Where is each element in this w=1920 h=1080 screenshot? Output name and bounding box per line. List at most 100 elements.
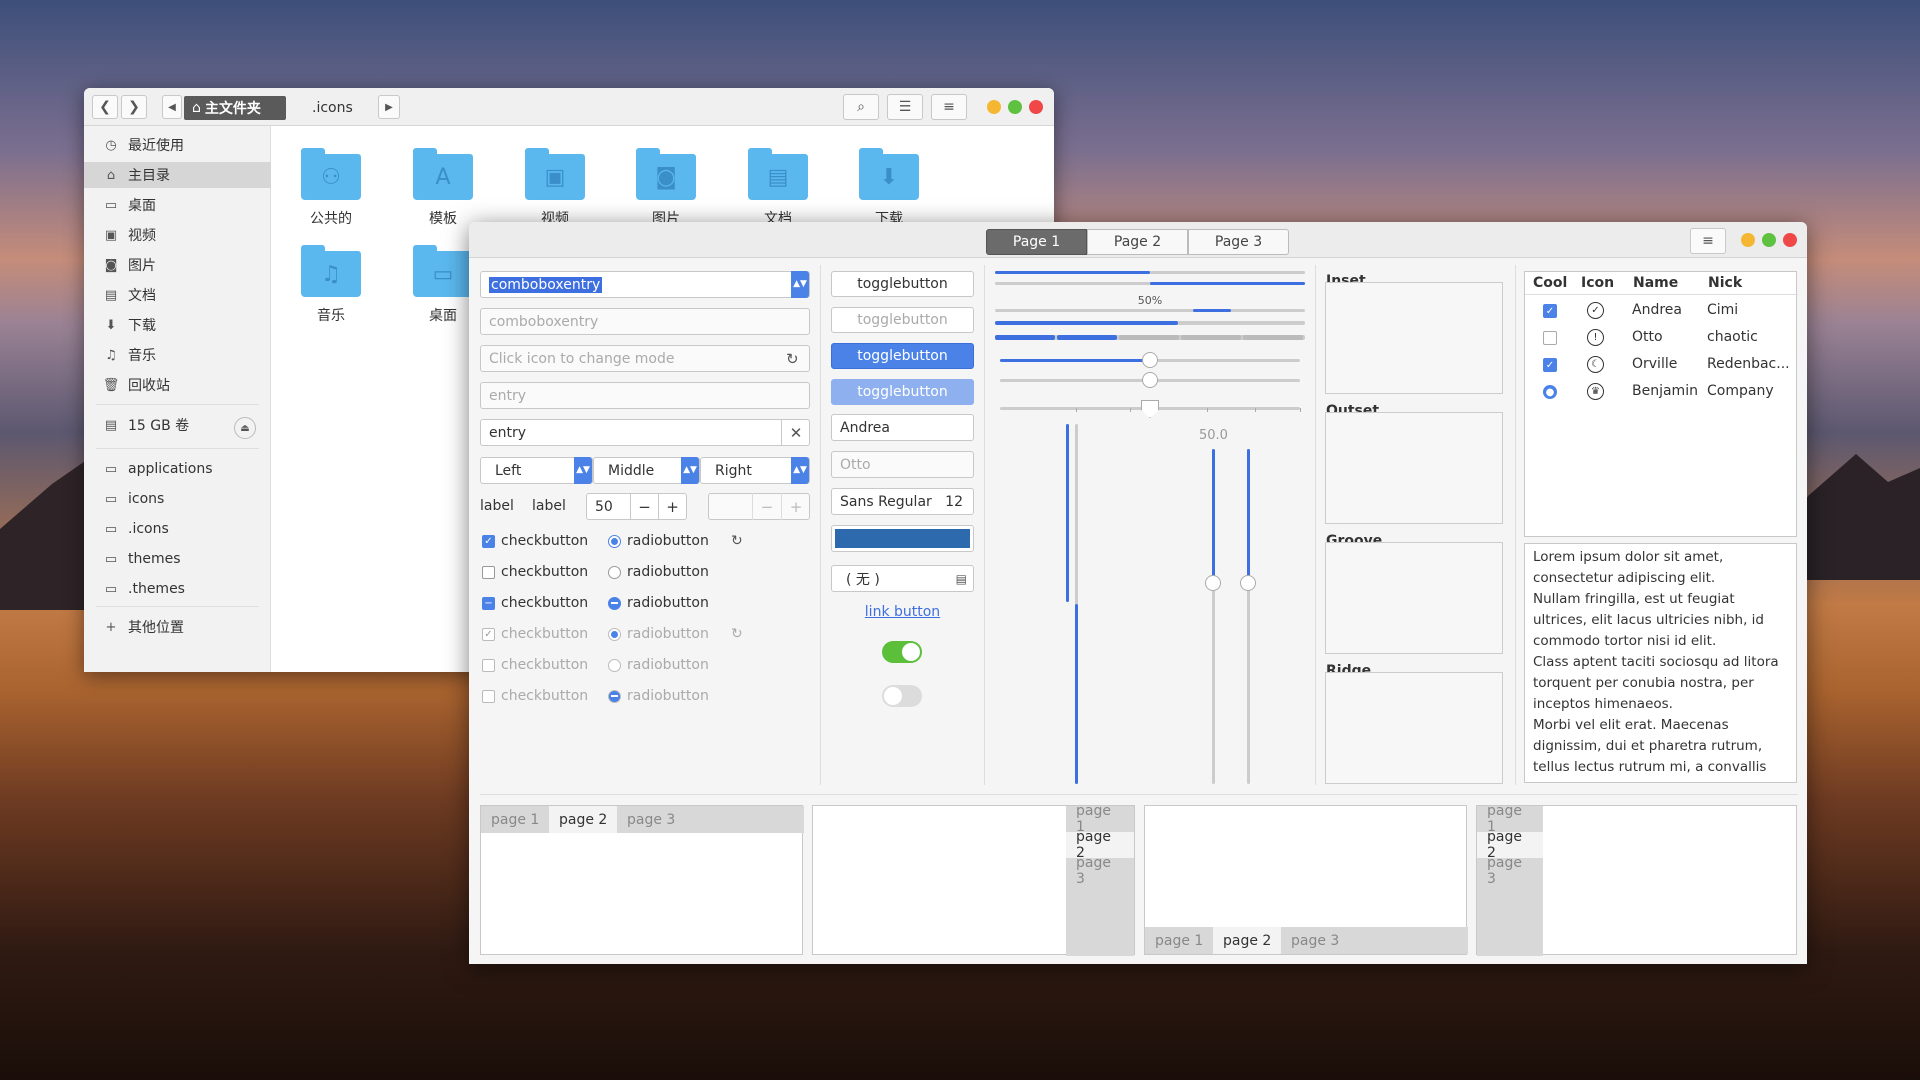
sidebar-bookmark-2[interactable]: ▭ .icons (84, 516, 271, 542)
path-right-arrow-icon[interactable]: ▶ (378, 95, 400, 119)
clear-icon[interactable]: ✕ (781, 419, 810, 446)
checkbutton-3[interactable]: ✓ checkbutton (482, 626, 588, 642)
crumb-home[interactable]: ⌂ 主文件夹 (184, 96, 286, 120)
checkbutton-4[interactable]: checkbutton (482, 657, 588, 673)
vscale-3[interactable] (1212, 449, 1215, 784)
combo-andrea[interactable]: Andrea (831, 414, 974, 441)
folder-item[interactable]: ⬇ 下载 (849, 148, 929, 228)
sidebar-bookmark-0[interactable]: ▭ applications (84, 456, 271, 482)
slider-knob[interactable] (1205, 575, 1221, 591)
minus-icon[interactable]: − (630, 493, 658, 520)
notebook-tab[interactable]: page 3 (1066, 855, 1134, 887)
notebook-tab[interactable]: page 3 (1281, 927, 1350, 954)
togglebutton-3[interactable]: togglebutton (831, 379, 974, 405)
column-header-cool[interactable]: Cool (1533, 275, 1567, 291)
combo-arrows-icon[interactable]: ▲▼ (791, 271, 809, 298)
vscale-4[interactable] (1247, 449, 1250, 784)
radiobutton-5[interactable]: radiobutton (608, 688, 709, 704)
refresh-icon[interactable]: ↻ (786, 350, 799, 368)
sidebar-item-8[interactable]: 🗑 回收站 (84, 372, 271, 398)
wf-close-button[interactable] (1783, 233, 1797, 247)
font-button[interactable]: Sans Regular 12 (831, 488, 974, 515)
wf-menu-button[interactable]: ≡ (1690, 228, 1726, 254)
vscale-left[interactable] (1066, 424, 1069, 602)
checkbutton-2[interactable]: − checkbutton (482, 595, 588, 611)
combo-entry-1[interactable]: comboboxentry ▲▼ (480, 271, 810, 298)
maximize-button[interactable] (1008, 100, 1022, 114)
combo-middle[interactable]: Middle ▲▼ (593, 457, 700, 484)
crumb-icons[interactable]: .icons (304, 96, 374, 120)
row-cool-toggle[interactable]: ● (1543, 385, 1557, 399)
tab-page-1[interactable]: Page 1 (986, 229, 1087, 255)
switch-on[interactable] (882, 641, 922, 663)
slider-knob[interactable] (1142, 352, 1158, 368)
combo-arrows-icon[interactable]: ▲▼ (681, 457, 699, 484)
checkbutton-1[interactable]: checkbutton (482, 564, 588, 580)
column-header-nick[interactable]: Nick (1708, 275, 1742, 291)
sidebar-item-5[interactable]: ▤ 文档 (84, 282, 271, 308)
sidebar-item-4[interactable]: ◙ 图片 (84, 252, 271, 278)
checkbutton-5[interactable]: checkbutton (482, 688, 588, 704)
entry-placeholder[interactable]: entry (480, 382, 810, 409)
combo-entry-2[interactable]: comboboxentry (480, 308, 810, 335)
combo-arrows-icon[interactable]: ▲▼ (574, 457, 592, 484)
file-chooser-button[interactable]: ( 无 ) ▤ (831, 565, 974, 592)
sidebar-item-0[interactable]: ◷ 最近使用 (84, 132, 271, 158)
plus-icon[interactable]: + (658, 493, 686, 520)
minimize-button[interactable] (987, 100, 1001, 114)
column-header-name[interactable]: Name (1633, 275, 1678, 291)
sidebar-item-2[interactable]: ▭ 桌面 (84, 192, 271, 218)
radiobutton-1[interactable]: radiobutton (608, 564, 709, 580)
sidebar-bookmark-4[interactable]: ▭ .themes (84, 576, 271, 602)
folder-item[interactable]: ▣ 视频 (515, 148, 595, 228)
sidebar-bookmark-3[interactable]: ▭ themes (84, 546, 271, 572)
togglebutton-0[interactable]: togglebutton (831, 271, 974, 297)
folder-item[interactable]: ▤ 文档 (738, 148, 818, 228)
entry-icon-mode[interactable]: Click icon to change mode (480, 345, 810, 372)
view-list-button[interactable]: ☰ (887, 94, 923, 120)
switch-off[interactable] (882, 685, 922, 707)
folder-item[interactable]: ◙ 图片 (626, 148, 706, 228)
combo-otto[interactable]: Otto (831, 451, 974, 478)
folder-item[interactable]: A 模板 (403, 148, 483, 228)
treeview[interactable]: Cool Icon Name Nick ✓ ✓ Andrea Cimi! Otto chaotic… (1524, 271, 1798, 537)
close-button[interactable] (1029, 100, 1043, 114)
notebook-tab[interactable]: page 2 (549, 806, 618, 833)
row-cool-toggle[interactable] (1543, 331, 1557, 345)
notebook-tab[interactable]: page 3 (617, 806, 686, 833)
menu-button[interactable]: ≡ (931, 94, 967, 120)
entry-clearable[interactable]: entry (480, 419, 810, 446)
slider-knob[interactable] (1142, 372, 1158, 388)
radiobutton-3[interactable]: radiobutton (608, 626, 709, 642)
radiobutton-4[interactable]: radiobutton (608, 657, 709, 673)
sidebar-item-6[interactable]: ⬇ 下载 (84, 312, 271, 338)
slider-knob[interactable] (1141, 400, 1159, 418)
togglebutton-2[interactable]: togglebutton (831, 343, 974, 369)
folder-item[interactable]: ⚇ 公共的 (291, 148, 371, 228)
radiobutton-0[interactable]: radiobutton (608, 533, 709, 549)
color-button[interactable] (831, 525, 974, 552)
combo-left[interactable]: Left ▲▼ (480, 457, 593, 484)
row-cool-toggle[interactable]: ✓ (1543, 304, 1557, 318)
sidebar-bookmark-1[interactable]: ▭ icons (84, 486, 271, 512)
textview[interactable]: Lorem ipsum dolor sit amet, consectetur a… (1524, 543, 1797, 783)
notebook-tab[interactable]: page 2 (1213, 927, 1282, 954)
row-cool-toggle[interactable]: ✓ (1543, 358, 1557, 372)
combo-arrows-icon[interactable]: ▲▼ (791, 457, 809, 484)
column-header-icon[interactable]: Icon (1581, 275, 1614, 291)
search-button[interactable]: ⌕ (843, 94, 879, 120)
tab-page-3[interactable]: Page 3 (1188, 229, 1289, 255)
folder-item[interactable]: ♫ 音乐 (291, 245, 371, 325)
combo-right[interactable]: Right ▲▼ (700, 457, 810, 484)
back-button[interactable]: ❮ (92, 95, 118, 119)
vscale-2[interactable] (1075, 424, 1078, 784)
tab-page-2[interactable]: Page 2 (1087, 229, 1188, 255)
radiobutton-2[interactable]: radiobutton (608, 595, 709, 611)
wf-maximize-button[interactable] (1762, 233, 1776, 247)
notebook-tab[interactable]: page 1 (481, 806, 550, 833)
notebook-tab[interactable]: page 1 (1145, 927, 1214, 954)
sidebar-item-7[interactable]: ♫ 音乐 (84, 342, 271, 368)
sidebar-item-1[interactable]: ⌂ 主目录 (84, 162, 271, 188)
sidebar-other-locations[interactable]: + 其他位置 (84, 614, 271, 640)
forward-button[interactable]: ❯ (121, 95, 147, 119)
